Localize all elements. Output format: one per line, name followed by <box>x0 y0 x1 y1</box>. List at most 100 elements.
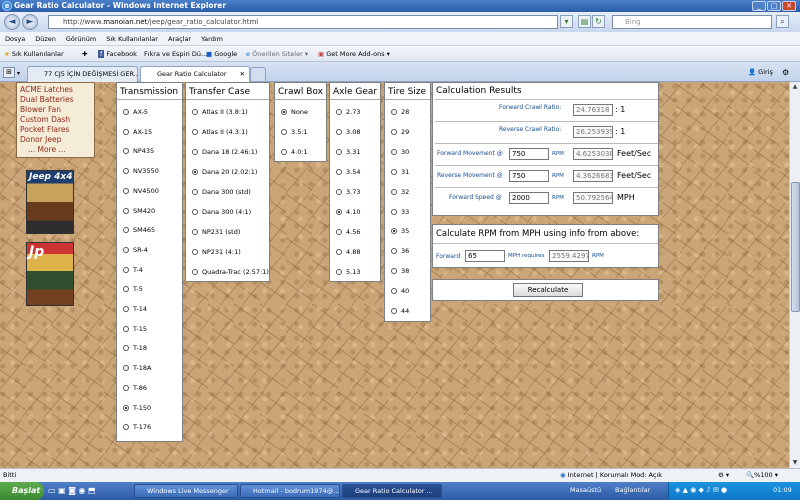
compat-view-icon[interactable]: ▤ <box>578 15 591 28</box>
axle-option[interactable]: 2.73 <box>336 108 360 117</box>
radio-icon[interactable] <box>123 246 129 253</box>
axle-option[interactable]: 3.31 <box>336 148 360 157</box>
radio-icon[interactable] <box>336 149 342 155</box>
crawl-option[interactable]: None <box>281 108 308 117</box>
radio-icon[interactable] <box>123 424 129 431</box>
tab-gear-ratio[interactable]: Gear Ratio Calculator ✕ <box>140 66 250 82</box>
axle-option[interactable]: 4.56 <box>336 228 360 237</box>
menu-view[interactable]: Görünüm <box>61 32 101 46</box>
radio-icon[interactable] <box>123 168 129 175</box>
radio-icon[interactable] <box>336 109 342 115</box>
refresh-icon[interactable]: ↻ <box>592 15 605 28</box>
radio-icon[interactable] <box>281 129 287 135</box>
new-tab-button[interactable] <box>250 67 266 82</box>
transmission-option[interactable]: T-18 <box>123 344 147 353</box>
tire-option[interactable]: 44 <box>391 307 409 316</box>
nav-link[interactable]: Custom Dash <box>20 115 94 125</box>
transmission-option[interactable]: T-150 <box>123 404 151 413</box>
axle-option[interactable]: 4.10 <box>336 208 360 217</box>
radio-icon[interactable] <box>192 229 198 235</box>
radio-icon[interactable] <box>336 129 342 135</box>
transmission-option[interactable]: NV4500 <box>123 187 159 196</box>
transfer-option[interactable]: Dana 20 (2.02:1) <box>192 168 257 177</box>
tire-option[interactable]: 36 <box>391 247 409 256</box>
radio-icon[interactable] <box>123 286 129 293</box>
maximize-button[interactable]: □ <box>767 1 781 11</box>
radio-icon[interactable] <box>391 268 397 275</box>
transfer-option[interactable]: Dana 300 (std) <box>192 188 251 197</box>
radio-icon[interactable] <box>123 128 129 135</box>
radio-icon[interactable] <box>192 269 198 275</box>
transfer-option[interactable]: NP231 (std) <box>192 228 240 237</box>
radio-icon[interactable] <box>192 249 198 255</box>
nav-link[interactable]: Pocket Flares <box>20 125 94 135</box>
magazine-cover-jp[interactable]: Jp <box>26 242 74 306</box>
crawl-option[interactable]: 4.0:1 <box>281 148 308 157</box>
radio-icon[interactable] <box>192 209 198 215</box>
radio-icon[interactable] <box>123 345 129 352</box>
fwd-movement-rpm-input[interactable]: 750 <box>509 148 549 160</box>
radio-icon[interactable] <box>123 109 129 115</box>
radio-icon[interactable] <box>391 168 397 175</box>
radio-icon[interactable] <box>391 109 397 115</box>
mph-input[interactable]: 65 <box>465 250 505 262</box>
axle-option[interactable]: 4.88 <box>336 248 360 257</box>
radio-icon[interactable] <box>192 149 198 155</box>
radio-icon[interactable] <box>123 384 129 391</box>
axle-option[interactable]: 5.13 <box>336 268 360 277</box>
favorites-button[interactable]: ★ Sık Kullanılanlar <box>4 48 64 60</box>
scroll-down-icon[interactable]: ▼ <box>790 458 800 468</box>
tire-option[interactable]: 32 <box>391 188 409 197</box>
radio-icon[interactable] <box>123 227 129 234</box>
transfer-option[interactable]: Quadra-Trac (2.57:1) <box>192 268 269 277</box>
radio-icon[interactable] <box>123 325 129 332</box>
close-button[interactable]: ✕ <box>782 1 796 11</box>
desktop-toolbar[interactable]: Masaüstü <box>570 486 601 494</box>
transmission-option[interactable]: T-176 <box>123 423 151 432</box>
quick-tabs-icon[interactable]: ⊞ <box>3 67 15 78</box>
tab-list-icon[interactable]: ▾ <box>17 70 20 77</box>
transmission-option[interactable]: T-14 <box>123 305 147 314</box>
radio-icon[interactable] <box>336 229 342 235</box>
transmission-option[interactable]: T-18A <box>123 364 151 373</box>
menu-favorites[interactable]: Sık Kullanılanlar <box>101 32 163 46</box>
transmission-option[interactable]: AX-15 <box>123 128 152 137</box>
radio-icon[interactable] <box>391 208 397 215</box>
fav-google[interactable]: ■ Google <box>206 48 237 60</box>
transmission-option[interactable]: T-5 <box>123 285 143 294</box>
magazine-cover-jeep4x4[interactable]: Jeep 4x4 <box>26 170 74 234</box>
radio-icon[interactable] <box>391 148 397 155</box>
transmission-option[interactable]: SM420 <box>123 207 155 216</box>
tools-gear-icon[interactable]: ⚙ <box>782 68 789 77</box>
menu-help[interactable]: Yardım <box>196 32 228 46</box>
transfer-option[interactable]: NP231 (4:1) <box>192 248 241 257</box>
quicklaunch-icons[interactable]: ▭ ▣ ◙ ◉ ⬒ <box>48 486 96 495</box>
sign-in-button[interactable]: 👤 Giriş <box>748 68 773 76</box>
radio-icon[interactable] <box>123 306 129 312</box>
radio-icon[interactable] <box>123 148 129 155</box>
zoom-control[interactable]: 🔍%100 ▾ <box>746 469 778 482</box>
radio-icon[interactable] <box>281 149 287 155</box>
back-button[interactable]: ◄ <box>4 14 20 30</box>
nav-link[interactable]: Dual Batteries <box>20 95 94 105</box>
transfer-option[interactable]: Atlas II (3.8:1) <box>192 108 248 117</box>
minimize-button[interactable]: _ <box>752 1 766 11</box>
radio-icon[interactable] <box>336 209 342 215</box>
menu-file[interactable]: Dosya <box>0 32 30 46</box>
fav-fikra[interactable]: Fıkra ve Espiri Dü... <box>144 48 207 60</box>
transmission-option[interactable]: T-86 <box>123 384 147 393</box>
nav-link[interactable]: Donor Jeep <box>20 135 94 145</box>
links-toolbar[interactable]: Bağlantılar <box>615 486 650 494</box>
radio-icon[interactable] <box>192 169 198 175</box>
radio-icon[interactable] <box>391 188 397 195</box>
nav-more-link[interactable]: ... More ... <box>20 145 94 155</box>
scroll-thumb[interactable] <box>791 182 800 312</box>
transmission-option[interactable]: SR-4 <box>123 246 148 255</box>
transfer-option[interactable]: Dana 18 (2.46:1) <box>192 148 257 157</box>
rev-movement-rpm-input[interactable]: 750 <box>509 170 549 182</box>
tire-option[interactable]: 38 <box>391 267 409 276</box>
radio-icon[interactable] <box>336 249 342 255</box>
taskbar-messenger[interactable]: Windows Live Messenger <box>134 484 238 498</box>
forward-button[interactable]: ► <box>22 14 38 30</box>
radio-icon[interactable] <box>192 129 198 135</box>
